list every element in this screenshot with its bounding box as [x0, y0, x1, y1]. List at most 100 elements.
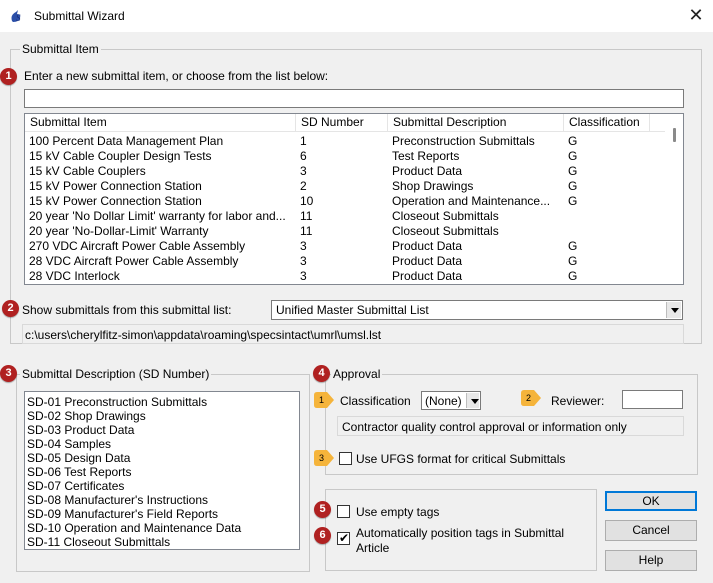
- cell-submittal-description: Product Data: [392, 164, 463, 178]
- cell-submittal-description: Test Reports: [392, 149, 460, 163]
- dialog-body: Submittal Item 1 Enter a new submittal i…: [0, 32, 713, 583]
- empty-tags-label[interactable]: Use empty tags: [356, 505, 439, 519]
- table-header: Submittal Item SD Number Submittal Descr…: [25, 114, 665, 132]
- reviewer-input[interactable]: [622, 390, 683, 409]
- empty-tags-checkbox[interactable]: [337, 505, 350, 518]
- table-row[interactable]: 20 year 'No Dollar Limit' warranty for l…: [25, 209, 665, 224]
- table-row[interactable]: 28 VDC Interlock 3 Product Data G: [25, 269, 665, 284]
- cell-classification: G: [568, 179, 578, 193]
- callout-badge-5: 5: [314, 501, 331, 518]
- cell-classification: G: [568, 164, 578, 178]
- classification-dropdown[interactable]: (None): [421, 391, 481, 410]
- column-header-sd-number[interactable]: SD Number: [296, 114, 388, 132]
- vertical-scrollbar[interactable]: [666, 114, 683, 284]
- table-row[interactable]: 15 kV Cable Coupler Design Tests 6 Test Re…: [25, 149, 665, 164]
- cell-submittal-description: Product Data: [392, 269, 463, 283]
- callout-badge-3: 3: [0, 365, 17, 382]
- close-icon[interactable]: ✕: [684, 4, 708, 28]
- help-button[interactable]: Help: [605, 550, 697, 571]
- cell-submittal-item: 270 VDC Aircraft Power Cable Assembly: [29, 239, 246, 253]
- cell-sd-number: 3: [300, 239, 307, 253]
- cell-submittal-item: 15 kV Power Connection Station: [29, 194, 202, 208]
- submittal-items-table[interactable]: Submittal Item SD Number Submittal Descr…: [24, 113, 684, 285]
- cell-sd-number: 3: [300, 269, 307, 283]
- callout-badge-orange-1-number: 1: [318, 395, 324, 405]
- cell-sd-number: 11: [300, 224, 313, 238]
- ok-button[interactable]: OK: [605, 491, 697, 511]
- cell-sd-number: 2: [300, 179, 307, 193]
- cell-submittal-item: 15 kV Cable Coupler Design Tests: [29, 149, 212, 163]
- ufgs-format-label[interactable]: Use UFGS format for critical Submittals: [356, 452, 565, 466]
- list-item[interactable]: SD-01 Preconstruction Submittals: [27, 395, 207, 409]
- submittal-description-group-label: Submittal Description (SD Number): [20, 367, 212, 381]
- table-row[interactable]: 15 kV Cable Couplers 3 Product Data G: [25, 164, 665, 179]
- callout-badge-orange-1: 1: [313, 392, 335, 408]
- submittal-list-dropdown[interactable]: Unified Master Submittal List: [271, 300, 683, 320]
- list-item[interactable]: SD-02 Shop Drawings: [27, 409, 146, 423]
- cell-submittal-item: 20 year 'No Dollar Limit' warranty for l…: [29, 209, 286, 223]
- callout-badge-6: 6: [314, 527, 331, 544]
- cell-submittal-item: 15 kV Power Connection Station: [29, 179, 202, 193]
- list-item[interactable]: SD-08 Manufacturer's Instructions: [27, 493, 208, 507]
- cell-submittal-item: 20 year 'No-Dollar-Limit' Warranty: [29, 224, 209, 238]
- list-item[interactable]: SD-09 Manufacturer's Field Reports: [27, 507, 218, 521]
- table-row[interactable]: 15 kV Power Connection Station 10 Operatio…: [25, 194, 665, 209]
- window-title: Submittal Wizard: [34, 9, 125, 23]
- scrollbar-thumb[interactable]: [673, 128, 676, 142]
- list-item[interactable]: SD-04 Samples: [27, 437, 111, 451]
- cell-classification: G: [568, 134, 578, 148]
- cell-sd-number: 6: [300, 149, 307, 163]
- callout-badge-orange-3-number: 3: [318, 453, 324, 463]
- table-row[interactable]: 100 Percent Data Management Plan 1 Precons…: [25, 134, 665, 149]
- title-bar: S Submittal Wizard ✕: [0, 0, 713, 32]
- table-row[interactable]: 20 year 'No-Dollar-Limit' Warranty 11 Clos…: [25, 224, 665, 239]
- auto-position-tags-checkbox[interactable]: ✔: [337, 531, 350, 545]
- classification-label: Classification: [340, 394, 411, 408]
- cell-submittal-description: Operation and Maintenance...: [392, 194, 551, 208]
- app-logo-icon: S: [11, 10, 21, 23]
- table-row[interactable]: 28 VDC Aircraft Power Cable Assembly 3 Pro…: [25, 254, 665, 269]
- sd-description-list[interactable]: SD-01 Preconstruction Submittals SD-02 Sh…: [24, 391, 300, 550]
- cell-sd-number: 3: [300, 254, 307, 268]
- cell-classification: [564, 209, 650, 224]
- callout-badge-2: 2: [2, 300, 19, 317]
- cancel-button[interactable]: Cancel: [605, 520, 697, 541]
- list-item[interactable]: SD-06 Test Reports: [27, 465, 132, 479]
- cell-submittal-item: 28 VDC Aircraft Power Cable Assembly: [29, 254, 239, 268]
- auto-position-tags-label-line1[interactable]: Automatically position tags in Submittal: [356, 526, 564, 540]
- callout-badge-orange-2: 2: [520, 390, 542, 406]
- svg-text:S: S: [16, 13, 21, 23]
- cell-sd-number: 10: [300, 194, 314, 208]
- column-header-submittal-description[interactable]: Submittal Description: [388, 114, 564, 132]
- column-header-classification[interactable]: Classification: [564, 114, 650, 132]
- submittal-item-prompt: Enter a new submittal item, or choose fr…: [24, 69, 329, 83]
- cell-classification: [564, 224, 650, 239]
- cell-classification: G: [568, 269, 578, 283]
- chevron-down-icon[interactable]: [666, 302, 681, 318]
- callout-badge-4: 4: [313, 365, 330, 382]
- cell-sd-number: 11: [300, 209, 313, 223]
- cell-sd-number: 1: [300, 134, 307, 148]
- cell-classification: G: [568, 194, 578, 208]
- table-row[interactable]: 270 VDC Aircraft Power Cable Assembly 3 Pr…: [25, 239, 665, 254]
- reviewer-label: Reviewer:: [551, 394, 605, 408]
- submittal-list-path: c:\users\cherylfitz-simon\appdata\roamin…: [22, 324, 684, 344]
- ufgs-format-checkbox[interactable]: [339, 452, 352, 465]
- cell-submittal-description: Product Data: [392, 254, 463, 268]
- submittal-item-input[interactable]: [24, 89, 684, 108]
- column-header-submittal-item[interactable]: Submittal Item: [25, 114, 296, 132]
- cell-classification: G: [568, 149, 578, 163]
- list-item[interactable]: SD-10 Operation and Maintenance Data: [27, 521, 241, 535]
- list-item[interactable]: SD-03 Product Data: [27, 423, 134, 437]
- chevron-down-icon[interactable]: [466, 393, 479, 408]
- callout-badge-1: 1: [0, 68, 17, 85]
- cell-submittal-item: 28 VDC Interlock: [29, 269, 120, 283]
- list-item[interactable]: SD-07 Certificates: [27, 479, 124, 493]
- list-item[interactable]: SD-05 Design Data: [27, 451, 130, 465]
- table-row[interactable]: 15 kV Power Connection Station 2 Shop Draw…: [25, 179, 665, 194]
- checkmark-icon: ✔: [339, 531, 350, 545]
- auto-position-tags-label-line2[interactable]: Article: [356, 541, 389, 555]
- cell-classification: G: [568, 254, 578, 268]
- list-item[interactable]: SD-11 Closeout Submittals: [27, 535, 170, 549]
- submittal-item-group-label: Submittal Item: [20, 42, 101, 56]
